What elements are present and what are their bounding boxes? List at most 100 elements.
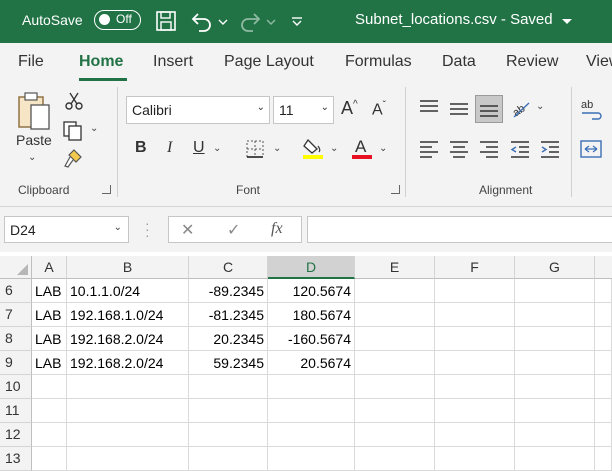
grid-cell[interactable] [435, 447, 515, 471]
column-header-d[interactable]: D [268, 256, 355, 279]
grid-cell[interactable] [595, 279, 612, 303]
grid-cell[interactable] [268, 399, 355, 423]
row-header[interactable]: 6 [0, 279, 32, 303]
paste-icon[interactable] [16, 91, 52, 134]
bold-button[interactable]: B [135, 139, 147, 157]
grid-cell[interactable] [355, 303, 435, 327]
tab-view[interactable]: View [586, 53, 612, 71]
column-header-a[interactable]: A [32, 256, 67, 279]
top-align-icon[interactable] [418, 98, 440, 121]
wrap-text-icon[interactable]: ab [580, 97, 604, 124]
underline-dropdown-icon[interactable]: ⌄ [213, 143, 221, 154]
format-painter-icon[interactable] [62, 147, 84, 172]
grid-cell[interactable] [32, 375, 67, 399]
grid-cell[interactable]: LAB [32, 279, 67, 303]
grid-cell[interactable]: 20.2345 [189, 327, 268, 351]
row-header[interactable]: 8 [0, 327, 32, 351]
borders-dropdown-icon[interactable]: ⌄ [273, 143, 281, 154]
align-left-icon[interactable] [418, 139, 440, 162]
grid-cell[interactable] [355, 327, 435, 351]
grid-cell[interactable] [515, 303, 595, 327]
customize-toolbar-icon[interactable] [289, 9, 305, 33]
clipboard-launcher-icon[interactable] [102, 185, 111, 194]
grid-cell[interactable] [515, 375, 595, 399]
grid-cell[interactable] [67, 447, 189, 471]
grid-cell[interactable] [189, 447, 268, 471]
grid-cell[interactable] [515, 423, 595, 447]
formula-bar-grip-icon[interactable]: · · · [145, 216, 150, 242]
grid-cell[interactable] [268, 423, 355, 447]
autosave-toggle[interactable]: Off [94, 10, 141, 30]
grid-cell[interactable] [515, 351, 595, 375]
middle-align-icon[interactable] [448, 98, 470, 121]
font-launcher-icon[interactable] [391, 185, 400, 194]
enter-icon[interactable]: ✓ [227, 220, 240, 240]
merge-center-icon[interactable] [580, 139, 604, 162]
formula-input[interactable] [307, 216, 612, 243]
font-size-select[interactable]: 11 ⌄ [273, 96, 334, 124]
font-name-select[interactable]: Calibri ⌄ [126, 96, 270, 124]
grid-cell[interactable]: 192.168.2.0/24 [67, 351, 189, 375]
grid-cell[interactable] [515, 279, 595, 303]
tab-file[interactable]: File [18, 53, 44, 71]
row-header[interactable]: 7 [0, 303, 32, 327]
decrease-indent-icon[interactable] [509, 139, 531, 162]
grid-cell[interactable] [435, 351, 515, 375]
select-all-button[interactable] [0, 256, 32, 279]
grid-cell[interactable]: 59.2345 [189, 351, 268, 375]
font-color-icon[interactable]: A [351, 136, 373, 163]
grid-cell[interactable] [67, 423, 189, 447]
grid-cell[interactable]: 180.5674 [268, 303, 355, 327]
paste-dropdown-icon[interactable]: ⌄ [28, 152, 36, 163]
cut-icon[interactable] [64, 91, 84, 114]
grid-cell[interactable] [355, 375, 435, 399]
orientation-dropdown-icon[interactable]: ⌄ [536, 101, 544, 112]
grid-cell[interactable]: LAB [32, 351, 67, 375]
grid-cell[interactable] [515, 399, 595, 423]
align-center-icon[interactable] [448, 139, 470, 162]
tab-home[interactable]: Home [79, 53, 123, 71]
italic-button[interactable]: I [167, 139, 172, 157]
grid-cell[interactable] [595, 327, 612, 351]
grid-cell[interactable] [435, 303, 515, 327]
grid-cell[interactable] [435, 399, 515, 423]
grid-cell[interactable]: LAB [32, 303, 67, 327]
tab-page-layout[interactable]: Page Layout [224, 53, 314, 71]
row-header[interactable]: 12 [0, 423, 32, 447]
font-color-dropdown-icon[interactable]: ⌄ [379, 143, 387, 154]
column-header-e[interactable]: E [355, 256, 435, 279]
bottom-align-icon[interactable] [475, 95, 503, 123]
copy-dropdown-icon[interactable]: ⌄ [90, 123, 98, 134]
underline-button[interactable]: U [193, 139, 205, 157]
grid-cell[interactable] [595, 375, 612, 399]
grid-cell[interactable]: 10.1.1.0/24 [67, 279, 189, 303]
fill-color-dropdown-icon[interactable]: ⌄ [330, 143, 338, 154]
column-header-b[interactable]: B [67, 256, 189, 279]
grid-cell[interactable] [355, 423, 435, 447]
tab-insert[interactable]: Insert [153, 53, 193, 71]
grid-cell[interactable] [268, 375, 355, 399]
row-header[interactable]: 10 [0, 375, 32, 399]
align-right-icon[interactable] [478, 139, 500, 162]
increase-font-size-icon[interactable]: A^ [341, 98, 358, 119]
grid-cell[interactable] [355, 399, 435, 423]
grid-cell[interactable] [67, 399, 189, 423]
grid-cell[interactable]: -160.5674 [268, 327, 355, 351]
grid-cell[interactable] [189, 375, 268, 399]
grid-cell[interactable] [189, 399, 268, 423]
grid-cell[interactable]: -89.2345 [189, 279, 268, 303]
grid-cell[interactable] [595, 399, 612, 423]
grid-cell[interactable]: 20.5674 [268, 351, 355, 375]
grid-cell[interactable]: 120.5674 [268, 279, 355, 303]
undo-icon[interactable] [190, 9, 214, 33]
insert-function-icon[interactable]: fx [271, 220, 283, 238]
grid-cell[interactable] [435, 327, 515, 351]
copy-icon[interactable] [62, 120, 84, 145]
grid-cell[interactable]: 192.168.1.0/24 [67, 303, 189, 327]
grid-cell[interactable]: 192.168.2.0/24 [67, 327, 189, 351]
row-header[interactable]: 9 [0, 351, 32, 375]
row-header[interactable]: 11 [0, 399, 32, 423]
grid-cell[interactable] [355, 351, 435, 375]
grid-cell[interactable] [355, 447, 435, 471]
title-dropdown-icon[interactable] [560, 9, 574, 33]
